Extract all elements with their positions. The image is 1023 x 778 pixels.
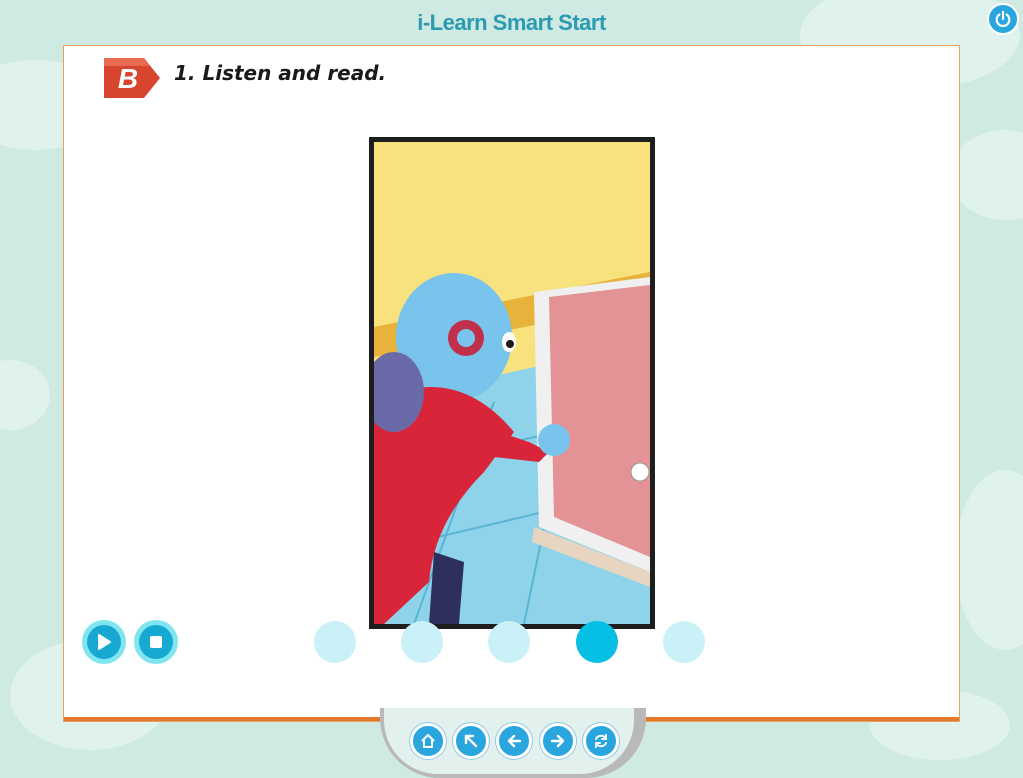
page-dot-3[interactable] <box>488 621 530 663</box>
stop-button[interactable] <box>134 620 178 664</box>
page-dot-5[interactable] <box>663 621 705 663</box>
page-dot-1[interactable] <box>314 621 356 663</box>
replay-button[interactable] <box>583 723 619 759</box>
play-icon <box>98 634 111 650</box>
page-dot-2[interactable] <box>401 621 443 663</box>
stop-icon <box>150 636 162 648</box>
home-icon <box>421 734 435 748</box>
next-button[interactable] <box>540 723 576 759</box>
play-button[interactable] <box>82 620 126 664</box>
background-cloud <box>0 360 50 430</box>
power-button[interactable] <box>987 3 1019 35</box>
previous-button[interactable] <box>496 723 532 759</box>
instruction-text: 1. Listen and read. <box>174 61 387 85</box>
arrow-up-left-icon <box>464 734 478 748</box>
app-title: i-Learn Smart Start <box>417 10 606 35</box>
play-button-face <box>87 625 121 659</box>
background-cloud <box>955 470 1023 650</box>
refresh-icon <box>595 734 607 748</box>
stop-button-face <box>139 625 173 659</box>
section-letter: B <box>118 63 138 94</box>
power-icon <box>995 10 1011 28</box>
menu-button[interactable] <box>453 723 489 759</box>
story-illustration <box>369 137 655 629</box>
background-cloud <box>950 130 1023 220</box>
section-b-badge: B <box>100 55 162 105</box>
home-button[interactable] <box>410 723 446 759</box>
arrow-right-icon <box>550 734 565 748</box>
arrow-left-icon <box>507 734 522 748</box>
page-dot-4-active[interactable] <box>576 621 618 663</box>
